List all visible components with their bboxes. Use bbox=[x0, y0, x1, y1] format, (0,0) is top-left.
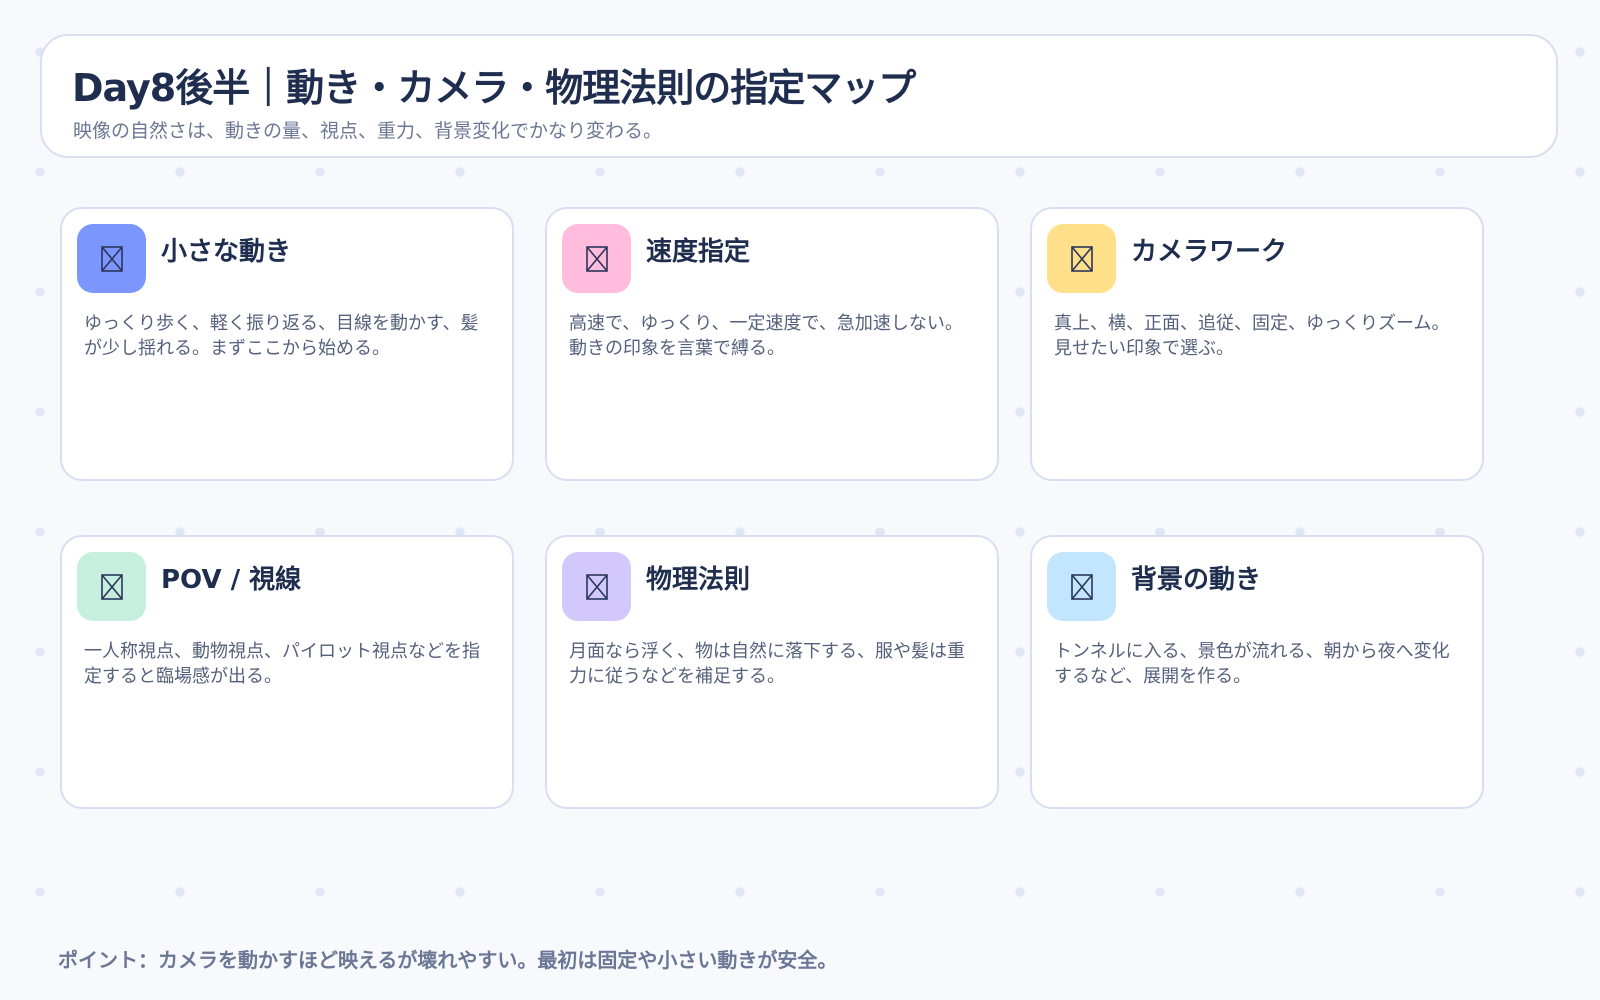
placeholder-image-icon bbox=[1047, 224, 1116, 293]
card-title: カメラワーク bbox=[1131, 237, 1288, 267]
placeholder-image-icon bbox=[562, 224, 631, 293]
card-text: 一人称視点、動物視点、パイロット視点などを指定すると臨場感が出る。 bbox=[84, 641, 480, 687]
placeholder-image-icon bbox=[77, 224, 146, 293]
page-title: Day8後半｜動き・カメラ・物理法則の指定マップ bbox=[72, 66, 916, 110]
placeholder-image-icon bbox=[1047, 552, 1116, 621]
card-text: 高速で、ゆっくり、一定速度で、急加速しない。動きの印象を言葉で縛る。 bbox=[569, 313, 963, 359]
card-text: 真上、横、正面、追従、固定、ゆっくりズーム。見せたい印象で選ぶ。 bbox=[1054, 313, 1450, 359]
card-title: POV / 視線 bbox=[161, 565, 302, 595]
card-pov: POV / 視線 一人称視点、動物視点、パイロット視点などを指定すると臨場感が出… bbox=[60, 535, 514, 809]
card-physics: 物理法則 月面なら浮く、物は自然に落下する、服や髪は重力に従うなどを補足する。 bbox=[545, 535, 999, 809]
page-subtitle: 映像の自然さは、動きの量、視点、重力、背景変化でかなり変わる。 bbox=[73, 120, 663, 142]
card-title: 速度指定 bbox=[646, 237, 751, 267]
placeholder-image-icon bbox=[562, 552, 631, 621]
card-background-motion: 背景の動き トンネルに入る、景色が流れる、朝から夜へ変化するなど、展開を作る。 bbox=[1030, 535, 1484, 809]
card-title: 物理法則 bbox=[646, 565, 751, 595]
card-camera-work: カメラワーク 真上、横、正面、追従、固定、ゆっくりズーム。見せたい印象で選ぶ。 bbox=[1030, 207, 1484, 481]
placeholder-image-icon bbox=[77, 552, 146, 621]
card-text: トンネルに入る、景色が流れる、朝から夜へ変化するなど、展開を作る。 bbox=[1054, 641, 1450, 687]
header-panel: Day8後半｜動き・カメラ・物理法則の指定マップ 映像の自然さは、動きの量、視点… bbox=[40, 34, 1558, 158]
card-title: 小さな動き bbox=[161, 237, 292, 267]
card-title: 背景の動き bbox=[1131, 565, 1262, 595]
card-text: 月面なら浮く、物は自然に落下する、服や髪は重力に従うなどを補足する。 bbox=[569, 641, 965, 687]
card-text: ゆっくり歩く、軽く振り返る、目線を動かす、髪が少し揺れる。まずここから始める。 bbox=[84, 313, 479, 359]
card-speed: 速度指定 高速で、ゆっくり、一定速度で、急加速しない。動きの印象を言葉で縛る。 bbox=[545, 207, 999, 481]
card-small-motion: 小さな動き ゆっくり歩く、軽く振り返る、目線を動かす、髪が少し揺れる。まずここか… bbox=[60, 207, 514, 481]
footer-note: ポイント：カメラを動かすほど映えるが壊れやすい。最初は固定や小さい動きが安全。 bbox=[58, 948, 838, 972]
